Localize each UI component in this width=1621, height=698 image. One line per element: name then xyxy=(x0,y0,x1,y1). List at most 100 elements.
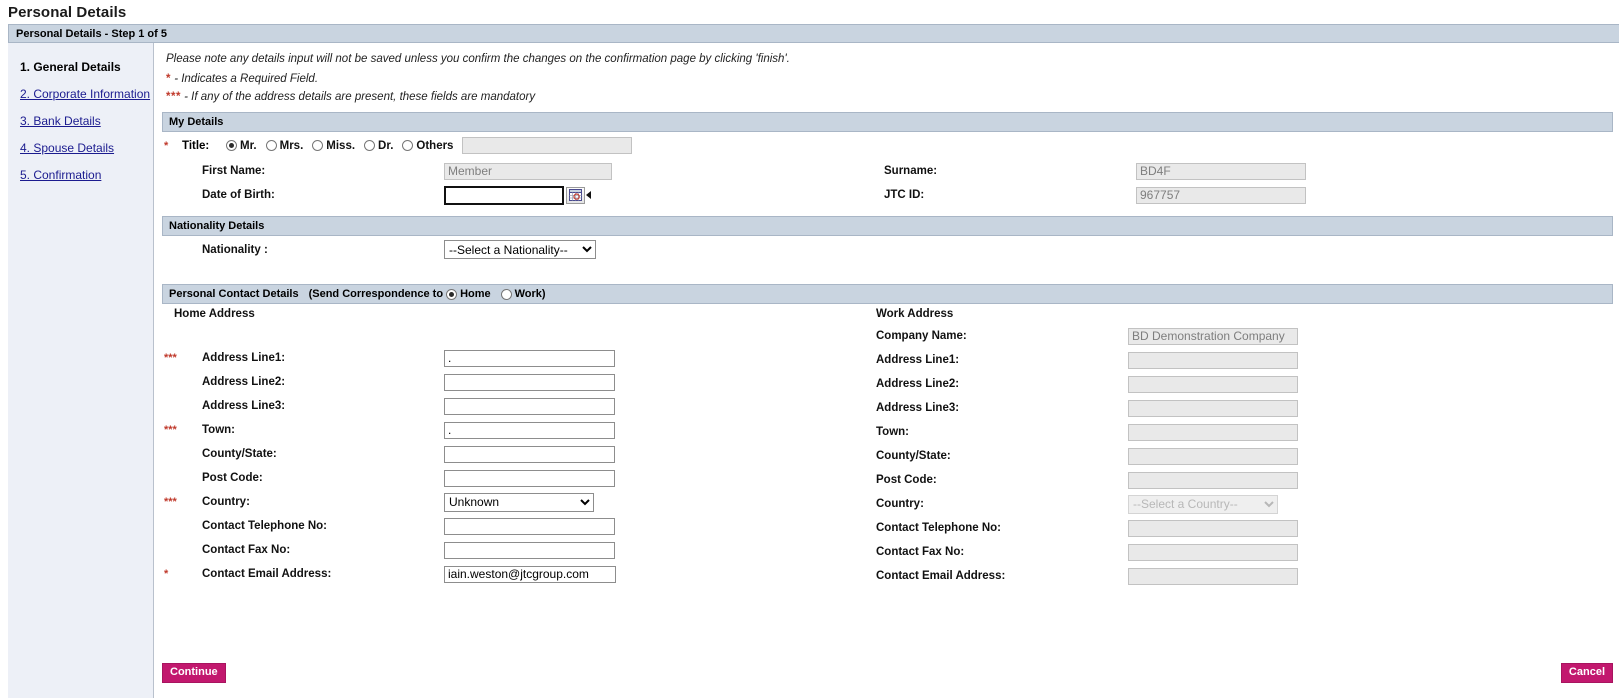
title-label: Title: xyxy=(182,139,210,152)
work-postcode-wrap xyxy=(1128,471,1298,489)
radio-title-mr[interactable] xyxy=(226,140,237,151)
work-town-input[interactable] xyxy=(1128,423,1298,441)
content-area: Please note any details input will not b… xyxy=(154,43,1621,698)
row-home-county-state: County/State: xyxy=(162,442,866,466)
sidebar: 1. General Details 2. Corporate Informat… xyxy=(8,43,154,698)
work-address-line2-label: Address Line2: xyxy=(876,378,960,390)
work-county-input[interactable] xyxy=(1128,447,1298,465)
work-country-select[interactable]: --Select a Country-- xyxy=(1128,494,1278,514)
home-address-line1-label: Address Line1: xyxy=(202,352,286,364)
jtc-id-label: JTC ID: xyxy=(884,189,925,201)
row-date-of-birth: Date of Birth: xyxy=(162,183,874,207)
sidebar-item-spouse-details[interactable]: 4. Spouse Details xyxy=(8,138,153,165)
home-address-gap xyxy=(154,324,866,346)
home-address-line3-label: Address Line3: xyxy=(202,400,286,412)
row-home-email: * Contact Email Address: xyxy=(162,562,866,586)
row-home-telephone: Contact Telephone No: xyxy=(162,514,866,538)
note-required: * - Indicates a Required Field. xyxy=(166,73,1621,85)
home-address-line2-input[interactable] xyxy=(444,373,615,391)
work-address-line3-input[interactable] xyxy=(1128,399,1298,417)
first-name-input[interactable] xyxy=(444,162,612,180)
work-telephone-input[interactable] xyxy=(1128,519,1298,537)
home-telephone-input[interactable] xyxy=(444,517,615,535)
nationality-field-wrap: --Select a Nationality-- xyxy=(444,240,596,259)
work-fax-wrap xyxy=(1128,543,1298,561)
radio-title-miss[interactable] xyxy=(312,140,324,151)
work-email-input[interactable] xyxy=(1128,567,1298,585)
home-email-wrap xyxy=(444,565,616,583)
home-town-required-marker: *** xyxy=(164,424,177,436)
company-name-label: Company Name: xyxy=(876,330,967,342)
home-address-line1-input[interactable] xyxy=(444,349,615,367)
row-home-post-code: Post Code: xyxy=(162,466,866,490)
home-town-input[interactable] xyxy=(444,421,615,439)
home-country-required-marker: *** xyxy=(164,496,177,508)
calendar-icon[interactable] xyxy=(566,186,585,204)
title-other-input[interactable] xyxy=(462,137,633,154)
note-address: *** - If any of the address details are … xyxy=(166,91,1621,103)
nationality-select[interactable]: --Select a Nationality-- xyxy=(444,240,596,259)
home-county-input[interactable] xyxy=(444,445,615,463)
home-address-line3-input[interactable] xyxy=(444,397,615,415)
home-fax-input[interactable] xyxy=(444,541,615,559)
work-country-wrap: --Select a Country-- xyxy=(1128,494,1278,514)
sidebar-item-label: 4. Spouse Details xyxy=(20,141,115,155)
radio-title-mrs[interactable] xyxy=(265,140,277,151)
radio-title-dr[interactable] xyxy=(364,140,376,151)
jtc-id-input[interactable] xyxy=(1136,186,1306,204)
row-work-fax: Contact Fax No: xyxy=(866,540,1621,564)
dropdown-arrow-icon[interactable] xyxy=(586,191,591,199)
row-work-country: Country: --Select a Country-- xyxy=(866,492,1621,516)
work-address-line1-input[interactable] xyxy=(1128,351,1298,369)
work-postcode-input[interactable] xyxy=(1128,471,1298,489)
home-address-column: Home Address *** Address Line1: Ad xyxy=(154,304,866,588)
home-town-label: Town: xyxy=(202,424,235,436)
dob-label: Date of Birth: xyxy=(202,189,275,201)
radio-correspondence-home[interactable] xyxy=(446,288,458,300)
cancel-button[interactable]: Cancel xyxy=(1560,663,1613,683)
home-address-line3-wrap xyxy=(444,397,615,415)
home-address-heading: Home Address xyxy=(174,308,255,320)
row-company-name: Company Name: xyxy=(866,324,1621,348)
sidebar-item-general-details[interactable]: 1. General Details xyxy=(8,57,153,84)
row-nationality: Nationality : --Select a Nationality-- xyxy=(162,236,1621,263)
work-email-label: Contact Email Address: xyxy=(876,570,1006,582)
row-work-town: Town: xyxy=(866,420,1621,444)
note-required-text: - Indicates a Required Field. xyxy=(174,73,319,85)
surname-input[interactable] xyxy=(1136,162,1306,180)
continue-button[interactable]: Continue xyxy=(162,663,226,683)
home-postcode-input[interactable] xyxy=(444,469,615,487)
company-name-input[interactable] xyxy=(1128,327,1298,345)
radio-correspondence-work[interactable] xyxy=(500,288,512,300)
home-country-select[interactable]: Unknown xyxy=(444,492,594,512)
work-fax-input[interactable] xyxy=(1128,543,1298,561)
company-name-wrap xyxy=(1128,327,1298,345)
home-address-line1-wrap xyxy=(444,349,615,367)
home-telephone-label: Contact Telephone No: xyxy=(202,520,328,532)
row-surname: Surname: xyxy=(874,159,1621,183)
radio-title-others[interactable] xyxy=(402,140,414,151)
step-bar: Personal Details - Step 1 of 5 xyxy=(8,24,1619,43)
nationality-form: Nationality : --Select a Nationality-- xyxy=(154,236,1621,263)
dob-input[interactable] xyxy=(444,185,564,205)
row-home-address-line2: Address Line2: xyxy=(162,370,866,394)
radio-label-dr: Dr. xyxy=(378,139,394,152)
sidebar-item-bank-details[interactable]: 3. Bank Details xyxy=(8,111,153,138)
home-telephone-wrap xyxy=(444,517,615,535)
required-marker: * xyxy=(166,73,171,85)
correspondence-prefix: (Send Correspondence to xyxy=(308,288,444,300)
home-email-required-marker: * xyxy=(164,568,169,580)
work-county-wrap xyxy=(1128,447,1298,465)
title-radio-group: Mr. Mrs. Miss. Dr. Others xyxy=(226,140,462,152)
row-work-post-code: Post Code: xyxy=(866,468,1621,492)
home-email-input[interactable] xyxy=(444,565,616,583)
sidebar-item-confirmation[interactable]: 5. Confirmation xyxy=(8,165,153,192)
address-marker: *** xyxy=(166,91,181,103)
radio-label-mr: Mr. xyxy=(240,139,257,152)
work-address-line2-input[interactable] xyxy=(1128,375,1298,393)
address-columns: Home Address *** Address Line1: Ad xyxy=(154,304,1621,588)
work-telephone-label: Contact Telephone No: xyxy=(876,522,1002,534)
sidebar-item-corporate-information[interactable]: 2. Corporate Information xyxy=(8,84,153,111)
section-header-my-details: My Details xyxy=(162,112,1613,132)
section-title: Nationality Details xyxy=(169,220,265,232)
